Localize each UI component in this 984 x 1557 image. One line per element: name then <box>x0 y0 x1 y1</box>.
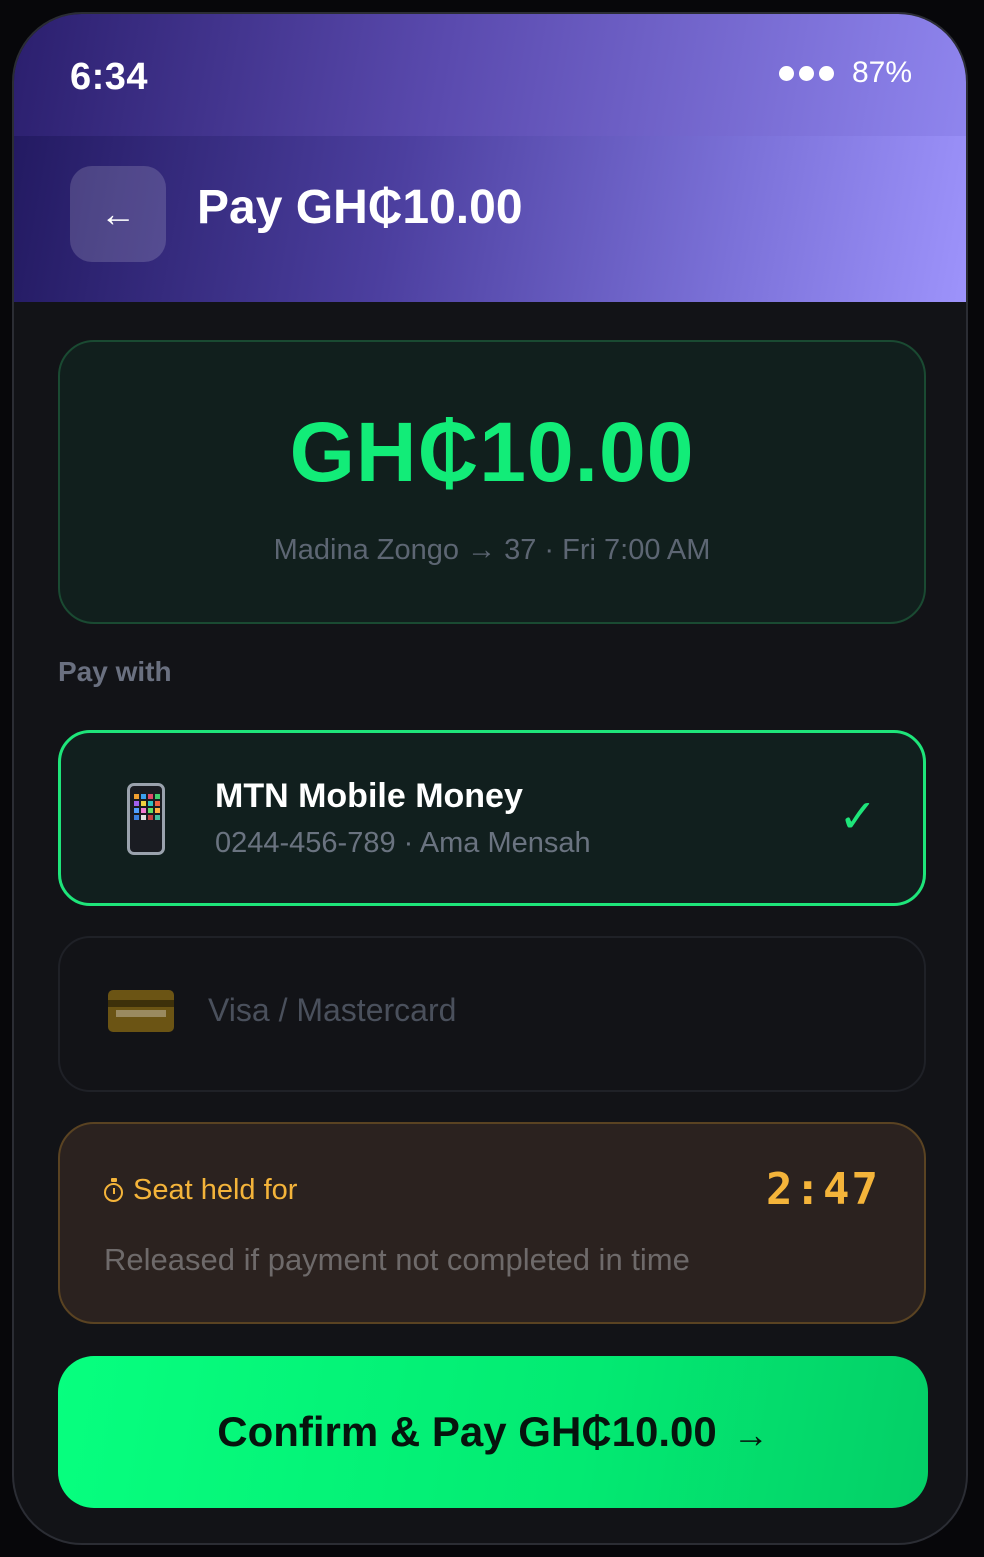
arrow-right-icon: → <box>732 1414 769 1455</box>
payment-option-card[interactable]: Visa / Mastercard <box>58 936 926 1092</box>
confirm-pay-label: Confirm & Pay GH₵10.00 <box>217 1408 717 1455</box>
page-header: ← Pay GH₵10.00 <box>14 136 966 302</box>
battery-level: 87% <box>851 56 912 89</box>
credit-card-icon <box>108 990 174 1032</box>
amount-summary-card: GH₵10.00 Madina Zongo → 37 · Fri 7:00 AM <box>58 340 926 624</box>
selected-check-icon: ✓ <box>838 790 877 842</box>
seat-hold-label: Seat held for <box>104 1174 297 1207</box>
payment-option-title: MTN Mobile Money <box>215 777 523 815</box>
seat-hold-label-text: Seat held for <box>133 1174 298 1206</box>
back-arrow-icon: ← <box>100 193 136 234</box>
seat-hold-note: Released if payment not completed in tim… <box>104 1242 690 1277</box>
seat-hold-card: Seat held for 2:47 Released if payment n… <box>58 1122 926 1324</box>
status-bar: 6:34 87% <box>14 14 966 136</box>
status-time: 6:34 <box>70 56 149 98</box>
payment-option-account: 0244-456-789 · Ama Mensah <box>215 827 591 859</box>
payment-option-title: Visa / Mastercard <box>208 992 457 1028</box>
phone-frame: 6:34 87% ← Pay GH₵10.00 GH₵10.00 Madina … <box>12 12 968 1545</box>
pay-with-label: Pay with <box>58 656 172 687</box>
mobile-phone-icon <box>127 783 165 855</box>
payment-option-mobile-money[interactable]: MTN Mobile Money 0244-456-789 · Ama Mens… <box>58 730 926 906</box>
amount-value: GH₵10.00 <box>289 405 695 499</box>
signal-icon <box>778 65 834 81</box>
confirm-pay-button[interactable]: Confirm & Pay GH₵10.00 → <box>58 1356 928 1508</box>
page-title: Pay GH₵10.00 <box>197 181 523 234</box>
status-indicators: 87% <box>778 56 912 90</box>
stopwatch-icon <box>104 1177 123 1202</box>
trip-route-info: Madina Zongo → 37 · Fri 7:00 AM <box>273 534 711 566</box>
countdown-timer: 2:47 <box>766 1164 880 1215</box>
back-button[interactable]: ← <box>70 166 166 262</box>
